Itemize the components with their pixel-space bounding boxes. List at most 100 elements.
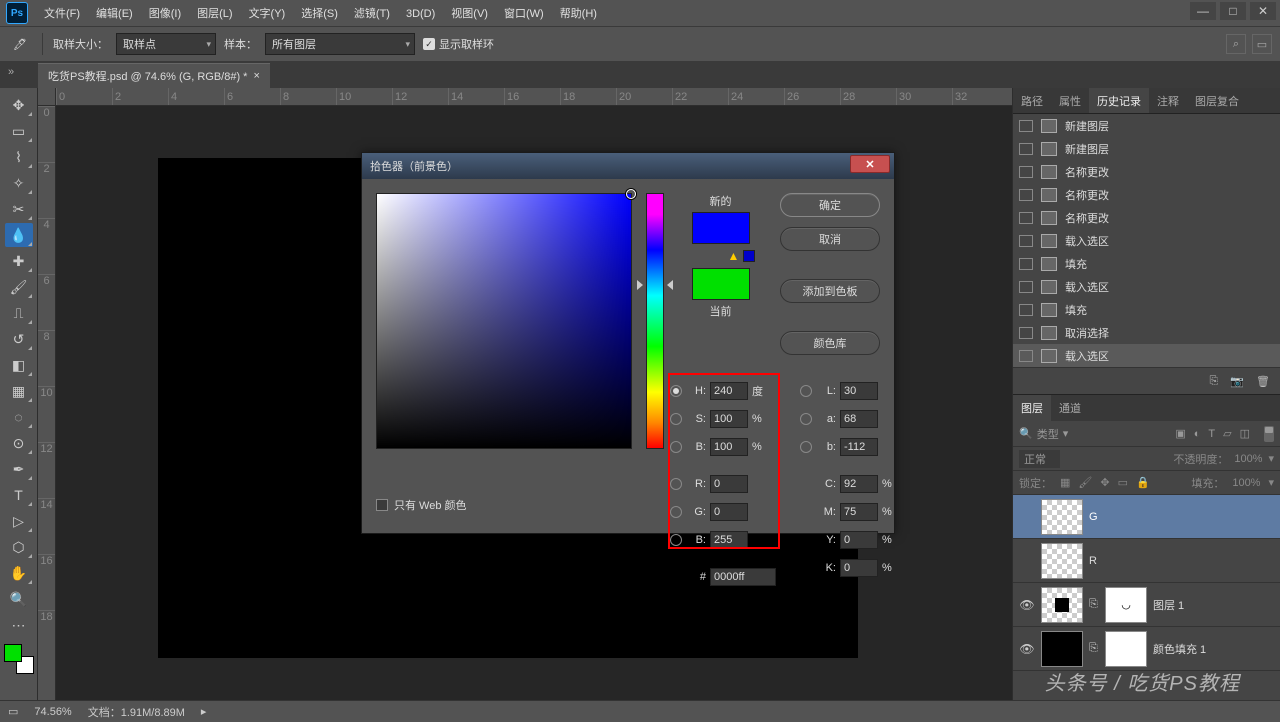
a-radio[interactable] — [800, 413, 812, 425]
stamp-tool[interactable]: ⎍ — [5, 301, 33, 325]
fill-value[interactable]: 100% — [1232, 477, 1260, 489]
k-input[interactable] — [840, 559, 878, 577]
layer-row[interactable]: G — [1013, 495, 1280, 539]
filter-type-icon[interactable]: T — [1208, 428, 1215, 440]
history-item[interactable]: 载入选区 — [1013, 344, 1280, 367]
current-color-preview[interactable] — [692, 268, 750, 300]
s-radio[interactable] — [670, 413, 682, 425]
window-maximize[interactable]: □ — [1220, 2, 1246, 20]
y-input[interactable] — [840, 531, 878, 549]
lock-pixels-icon[interactable]: ▦ — [1060, 476, 1070, 489]
shape-tool[interactable]: ⬡ — [5, 535, 33, 559]
l-radio[interactable] — [800, 385, 812, 397]
l-input[interactable] — [840, 382, 878, 400]
history-item[interactable]: 名称更改 — [1013, 160, 1280, 183]
menu-滤镜(T)[interactable]: 滤镜(T) — [346, 4, 398, 24]
lock-paint-icon[interactable]: 🖌 — [1078, 476, 1092, 489]
visibility-icon[interactable]: 👁 — [1019, 642, 1035, 656]
filter-pixel-icon[interactable]: ▣ — [1175, 427, 1185, 440]
color-swatches[interactable] — [4, 644, 34, 674]
window-close[interactable]: ✕ — [1250, 2, 1276, 20]
visibility-icon[interactable]: 👁 — [1019, 598, 1035, 612]
eraser-tool[interactable]: ◧ — [5, 353, 33, 377]
history-item[interactable]: 载入选区 — [1013, 229, 1280, 252]
blend-mode-select[interactable]: 正常 — [1019, 450, 1060, 468]
history-brush-tool[interactable]: ↺ — [5, 327, 33, 351]
dialog-titlebar[interactable]: 拾色器（前景色） ✕ — [362, 153, 894, 179]
doc-size[interactable]: 文档：1.91M/8.89M — [88, 704, 185, 720]
lab-b-radio[interactable] — [800, 441, 812, 453]
g-radio[interactable] — [670, 506, 682, 518]
a-input[interactable] — [840, 410, 878, 428]
menu-选择(S)[interactable]: 选择(S) — [293, 4, 346, 24]
filter-smart-icon[interactable]: ◫ — [1240, 427, 1250, 440]
marquee-tool[interactable]: ▭ — [5, 119, 33, 143]
r-input[interactable] — [710, 475, 748, 493]
panel-tab[interactable]: 历史记录 — [1089, 88, 1149, 113]
menu-文件(F)[interactable]: 文件(F) — [36, 4, 88, 24]
wand-tool[interactable]: ✧ — [5, 171, 33, 195]
history-item[interactable]: 填充 — [1013, 252, 1280, 275]
lock-artboard-icon[interactable]: ▭ — [1118, 476, 1128, 489]
workspace-icon[interactable]: ▭ — [1252, 34, 1272, 54]
r-radio[interactable] — [670, 478, 682, 490]
g-input[interactable] — [710, 503, 748, 521]
history-item[interactable]: 填充 — [1013, 298, 1280, 321]
panel-tab[interactable]: 图层复合 — [1187, 88, 1247, 113]
menu-文字(Y)[interactable]: 文字(Y) — [241, 4, 294, 24]
layer-mask[interactable] — [1105, 631, 1147, 667]
dialog-close-button[interactable]: ✕ — [850, 155, 890, 173]
b-radio[interactable] — [670, 441, 682, 453]
ok-button[interactable]: 确定 — [780, 193, 880, 217]
color-library-button[interactable]: 颜色库 — [780, 331, 880, 355]
lab-b-input[interactable] — [840, 438, 878, 456]
menu-3D(D)[interactable]: 3D(D) — [398, 4, 443, 24]
foreground-swatch[interactable] — [4, 644, 22, 662]
b-input[interactable] — [710, 438, 748, 456]
menu-窗口(W)[interactable]: 窗口(W) — [496, 4, 552, 24]
menu-视图(V)[interactable]: 视图(V) — [443, 4, 496, 24]
document-tab[interactable]: 吃货PS教程.psd @ 74.6% (G, RGB/8#) *× — [38, 63, 270, 88]
lock-position-icon[interactable]: ✥ — [1100, 476, 1109, 489]
panel-tab[interactable]: 注释 — [1149, 88, 1187, 113]
history-item[interactable]: 名称更改 — [1013, 206, 1280, 229]
gradient-tool[interactable]: ▦ — [5, 379, 33, 403]
menu-图像(I)[interactable]: 图像(I) — [141, 4, 189, 24]
snapshot-icon[interactable]: 📷 — [1230, 375, 1244, 388]
panel-tab[interactable]: 通道 — [1051, 395, 1089, 421]
dodge-tool[interactable]: ⊙ — [5, 431, 33, 455]
brush-tool[interactable]: 🖌 — [5, 275, 33, 299]
zoom-level[interactable]: 74.56% — [34, 706, 71, 718]
history-item[interactable]: 载入选区 — [1013, 275, 1280, 298]
opacity-value[interactable]: 100% — [1234, 453, 1262, 465]
move-tool[interactable]: ✥ — [5, 93, 33, 117]
web-only-checkbox[interactable]: 只有 Web 颜色 — [376, 497, 467, 513]
path-select-tool[interactable]: ▷ — [5, 509, 33, 533]
delete-icon[interactable]: 🗑 — [1256, 375, 1270, 388]
sample-size-select[interactable]: 取样点 — [116, 33, 216, 55]
close-tab-icon[interactable]: × — [253, 70, 259, 82]
zoom-tool[interactable]: 🔍 — [5, 587, 33, 611]
bb-input[interactable] — [710, 531, 748, 549]
link-icon[interactable]: ⎘ — [1089, 642, 1099, 655]
filter-shape-icon[interactable]: ▱ — [1223, 427, 1231, 440]
hue-slider[interactable] — [646, 193, 664, 449]
menu-帮助(H)[interactable]: 帮助(H) — [552, 4, 605, 24]
layer-filter-kind[interactable]: 🔍 类型 ▾ — [1019, 426, 1099, 442]
m-input[interactable] — [840, 503, 878, 521]
pen-tool[interactable]: ✒ — [5, 457, 33, 481]
lock-all-icon[interactable]: 🔒 — [1136, 476, 1150, 489]
cancel-button[interactable]: 取消 — [780, 227, 880, 251]
filter-switch[interactable] — [1264, 426, 1274, 442]
c-input[interactable] — [840, 475, 878, 493]
type-tool[interactable]: T — [5, 483, 33, 507]
crop-tool[interactable]: ✂ — [5, 197, 33, 221]
h-radio[interactable] — [670, 385, 682, 397]
history-item[interactable]: 取消选择 — [1013, 321, 1280, 344]
hex-input[interactable] — [710, 568, 776, 586]
layer-mask[interactable]: ◡ — [1105, 587, 1147, 623]
layer-row[interactable]: 👁⎘◡图层 1 — [1013, 583, 1280, 627]
create-document-icon[interactable]: ⎘ — [1210, 375, 1219, 388]
heal-tool[interactable]: ✚ — [5, 249, 33, 273]
saturation-value-field[interactable] — [376, 193, 632, 449]
